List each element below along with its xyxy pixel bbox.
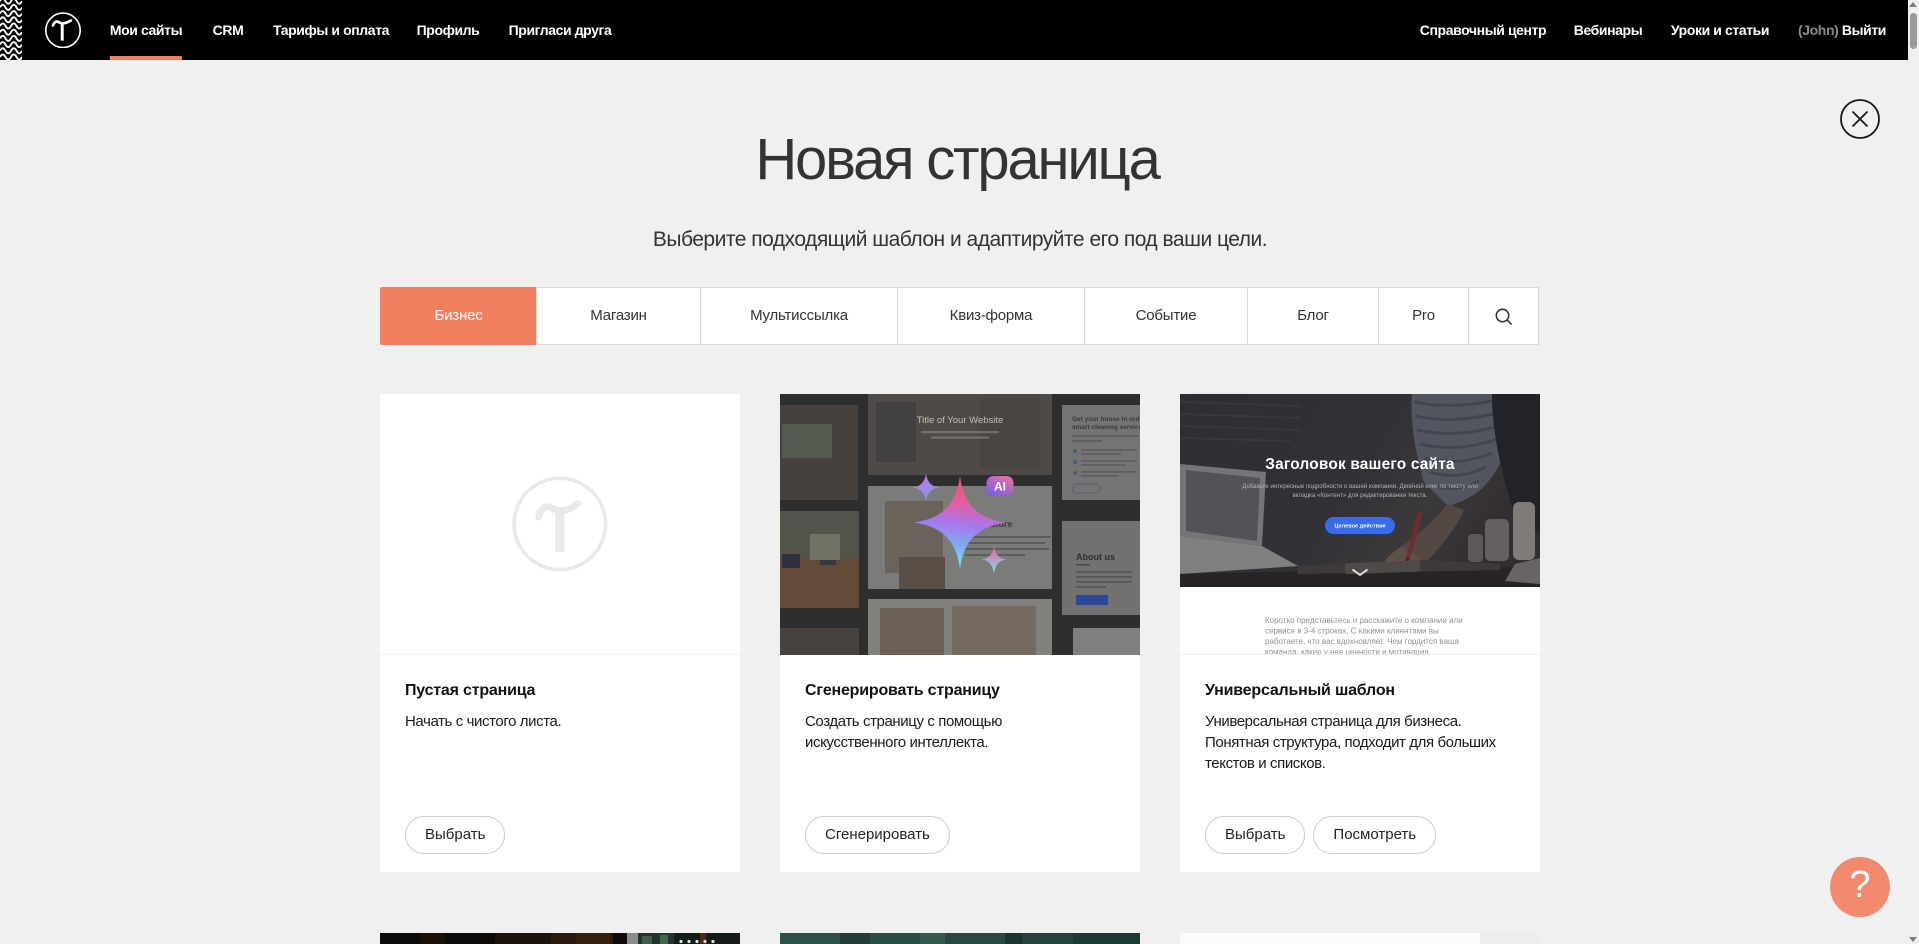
- svg-text:Добавьте интересные подробност: Добавьте интересные подробности о вашей …: [1242, 483, 1477, 490]
- svg-text:smart cleaning service!: smart cleaning service!: [1072, 424, 1140, 431]
- svg-text:сервисе в 3-4 строках. С каким: сервисе в 3-4 строках. С какими клиентам…: [1265, 627, 1439, 636]
- svg-text:Коротко представьтесь и расска: Коротко представьтесь и расскажите о ком…: [1265, 616, 1463, 625]
- svg-text:вкладка «Контент» для редактир: вкладка «Контент» для редактирования тек…: [1293, 492, 1428, 499]
- svg-text:Целевое действие: Целевое действие: [1334, 523, 1385, 530]
- svg-text:AI: AI: [994, 480, 1006, 494]
- svg-text:Заголовок вашего сайта: Заголовок вашего сайта: [1265, 456, 1455, 473]
- svg-text:работаете, что вас вдохновляет: работаете, что вас вдохновляет. Чем горд…: [1265, 637, 1459, 646]
- svg-text:Get your house in order with: Get your house in order with: [1072, 416, 1140, 423]
- svg-text:Title of Your Website: Title of Your Website: [917, 415, 1004, 426]
- svg-text:About us: About us: [1076, 552, 1115, 562]
